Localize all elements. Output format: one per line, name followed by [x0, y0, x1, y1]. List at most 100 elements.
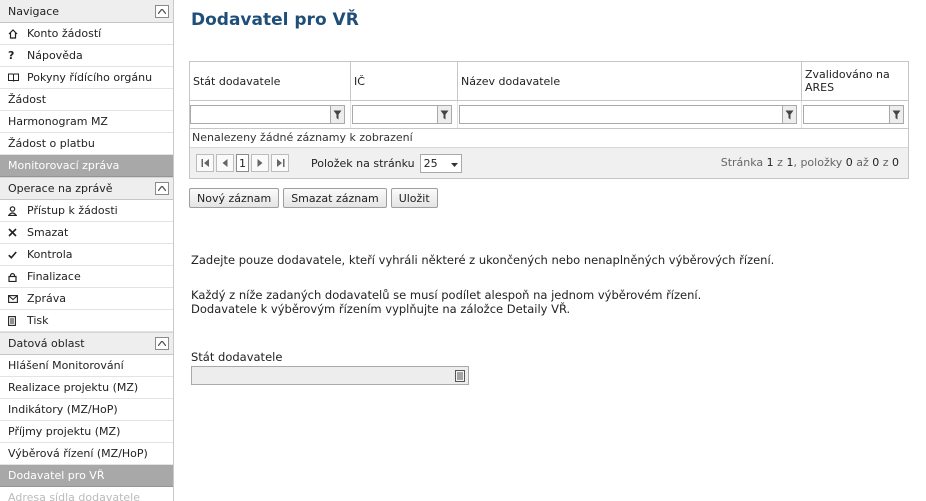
grid-header: Stát dodavatele IČ Název dodavatele Zval…: [190, 62, 908, 101]
list-picker-icon[interactable]: [453, 368, 467, 383]
sidebar-item-monitorovaci-zprava[interactable]: Monitorovací zpráva: [0, 155, 173, 177]
print-icon: [8, 315, 27, 326]
sidebar-item-napoveda[interactable]: ? Nápověda: [0, 45, 173, 67]
first-page-button[interactable]: [196, 154, 214, 172]
sidebar-item-label: Příjmy projektu (MZ): [8, 425, 121, 438]
last-page-button[interactable]: [271, 154, 289, 172]
new-record-button[interactable]: Nový záznam: [189, 188, 280, 208]
instruction-line: Dodavatele k výběrovým řízením vyplňujte…: [191, 302, 571, 316]
sidebar-item-kontrola[interactable]: Kontrola: [0, 244, 173, 266]
sidebar-item-label: Realizace projektu (MZ): [8, 381, 139, 394]
sidebar-item-label: Monitorovací zpráva: [8, 159, 120, 172]
filter-cell: [351, 101, 458, 128]
sidebar-item-smazat[interactable]: Smazat: [0, 222, 173, 244]
close-icon: [8, 228, 27, 237]
sidebar-item-tisk[interactable]: Tisk: [0, 310, 173, 332]
pager-info-from: 0: [845, 156, 853, 169]
collapse-icon[interactable]: [155, 337, 169, 350]
column-header-stat[interactable]: Stát dodavatele: [190, 62, 351, 100]
next-page-button[interactable]: [251, 154, 269, 172]
sidebar-item-indikatory[interactable]: Indikátory (MZ/HoP): [0, 399, 173, 421]
sidebar-item-konto-zadosti[interactable]: Konto žádostí: [0, 23, 173, 45]
sidebar-item-label: Finalizace: [27, 270, 81, 283]
lock-icon: [8, 272, 27, 282]
filter-icon[interactable]: [438, 105, 452, 124]
sidebar-item-vyberova-rizeni[interactable]: Výběrová řízení (MZ/HoP): [0, 443, 173, 465]
filter-icon[interactable]: [331, 105, 345, 124]
sidebar-item-finalizace[interactable]: Finalizace: [0, 266, 173, 288]
column-header-ic[interactable]: IČ: [351, 62, 458, 100]
sidebar-item-label: Nápověda: [27, 49, 83, 62]
sidebar-item-pristup[interactable]: Přístup k žádosti: [0, 200, 173, 222]
help-icon: ?: [8, 49, 15, 62]
filter-row: [190, 101, 908, 129]
sidebar-item-harmonogram[interactable]: Harmonogram MZ: [0, 111, 173, 133]
sidebar-item-hlaseni[interactable]: Hlášení Monitorování: [0, 355, 173, 377]
main-content: Dodavatel pro VŘ Stát dodavatele IČ Náze…: [189, 0, 926, 501]
pager-info-page: 1: [766, 156, 774, 169]
filter-input-stat[interactable]: [190, 105, 331, 124]
sidebar-item-label: Tisk: [27, 314, 49, 327]
sidebar-item-adresa-sidla[interactable]: Adresa sídla dodavatele: [0, 487, 173, 501]
sidebar-item-dodavatel[interactable]: Dodavatel pro VŘ: [0, 465, 173, 487]
sidebar-item-zprava[interactable]: Zpráva: [0, 288, 173, 310]
sidebar-item-zadost[interactable]: Žádost: [0, 89, 173, 111]
mail-icon: [8, 294, 27, 303]
sidebar: Navigace Konto žádostí ? Nápověda Pokyny…: [0, 0, 174, 501]
sidebar-item-label: Dodavatel pro VŘ: [8, 469, 105, 482]
delete-record-button[interactable]: Smazat záznam: [283, 188, 387, 208]
sidebar-item-label: Žádost: [8, 93, 47, 106]
sidebar-item-label: Harmonogram MZ: [8, 115, 108, 128]
book-icon: [8, 73, 27, 82]
check-icon: [8, 250, 27, 259]
column-header-ares[interactable]: Zvalidováno na ARES: [802, 62, 908, 100]
field-label-stat: Stát dodavatele: [191, 350, 283, 364]
pager-info: Stránka 1 z 1, položky 0 až 0 z 0: [721, 156, 899, 169]
filter-cell: [190, 101, 351, 128]
pager-info-of: z: [773, 156, 787, 169]
instruction-note: Zadejte pouze dodavatele, kteří vyhráli …: [191, 253, 775, 267]
prev-page-button[interactable]: [216, 154, 234, 172]
save-button[interactable]: Uložit: [390, 188, 438, 208]
grid-pager: 1 Položek na stránku 25 Stránka 1 z 1, p…: [190, 148, 908, 178]
section-title: Operace na zprávě: [8, 182, 113, 195]
sidebar-item-label: Pokyny řídícího orgánu: [27, 71, 153, 84]
pager-info-prefix: Stránka: [720, 156, 767, 169]
section-header-datova-oblast[interactable]: Datová oblast: [0, 332, 173, 355]
column-header-nazev[interactable]: Název dodavatele: [458, 62, 802, 100]
pager-info-items: , položky: [793, 156, 846, 169]
filter-cell: [802, 101, 908, 128]
section-title: Navigace: [8, 4, 60, 18]
sidebar-item-label: Zpráva: [27, 292, 67, 305]
filter-input-ic[interactable]: [352, 105, 438, 124]
filter-icon[interactable]: [783, 105, 797, 124]
sidebar-item-zadost-o-platbu[interactable]: Žádost o platbu: [0, 133, 173, 155]
instruction-line: Každý z níže zadaných dodavatelů se musí…: [191, 288, 702, 302]
sidebar-item-realizace[interactable]: Realizace projektu (MZ): [0, 377, 173, 399]
filter-input-nazev[interactable]: [459, 105, 783, 124]
sidebar-item-label: Adresa sídla dodavatele: [8, 491, 140, 501]
section-header-operace[interactable]: Operace na zprávě: [0, 177, 173, 200]
current-page-number[interactable]: 1: [236, 154, 249, 172]
sidebar-item-label: Kontrola: [27, 248, 73, 261]
pager-info-to-word: až: [852, 156, 873, 169]
collapse-icon[interactable]: [155, 182, 169, 195]
per-page-value: 25: [423, 156, 438, 170]
pager-info-total: 0: [892, 156, 899, 169]
per-page-select[interactable]: 25: [419, 153, 462, 173]
no-records-message: Nenalezeny žádné záznamy k zobrazení: [190, 129, 908, 148]
supplier-grid: Stát dodavatele IČ Název dodavatele Zval…: [189, 61, 909, 179]
sidebar-item-label: Žádost o platbu: [8, 137, 95, 150]
stat-dodavatele-field[interactable]: [191, 366, 469, 385]
sidebar-item-label: Hlášení Monitorování: [8, 359, 124, 372]
sidebar-item-prijmy[interactable]: Příjmy projektu (MZ): [0, 421, 173, 443]
sidebar-item-label: Výběrová řízení (MZ/HoP): [8, 447, 148, 460]
sidebar-item-pokyny[interactable]: Pokyny řídícího orgánu: [0, 67, 173, 89]
section-header-navigace[interactable]: Navigace: [0, 0, 173, 23]
filter-input-ares[interactable]: [803, 105, 890, 124]
filter-icon[interactable]: [890, 105, 904, 124]
sidebar-item-label: Přístup k žádosti: [27, 204, 118, 217]
home-icon: [8, 28, 27, 39]
collapse-icon[interactable]: [155, 4, 169, 18]
filter-cell: [458, 101, 802, 128]
